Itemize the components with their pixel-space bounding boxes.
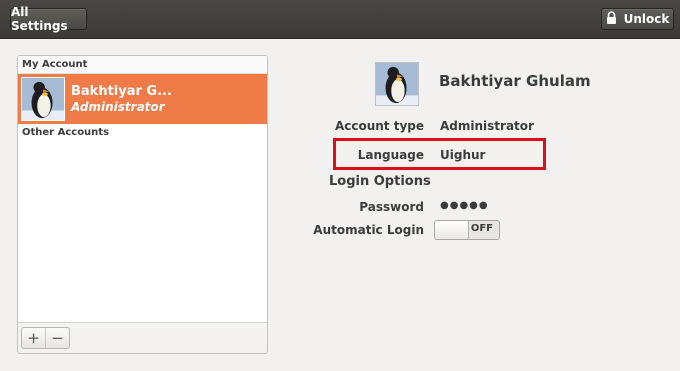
all-settings-label: All Settings — [11, 5, 68, 33]
account-role: Administrator — [71, 100, 165, 114]
password-value[interactable]: ●●●●● — [440, 200, 489, 211]
remove-account-button[interactable]: − — [45, 328, 69, 348]
user-avatar-button[interactable] — [375, 62, 419, 106]
other-accounts-header: Other Accounts — [18, 124, 267, 141]
minus-icon: − — [51, 328, 64, 347]
unlock-button[interactable]: Unlock — [601, 8, 674, 30]
accounts-panel: My Account Bakhtiyar G... Administrator … — [17, 55, 268, 354]
add-account-button[interactable]: + — [22, 328, 45, 348]
user-full-name[interactable]: Bakhtiyar Ghulam — [439, 72, 591, 90]
plus-icon: + — [27, 328, 40, 347]
account-name: Bakhtiyar G... — [71, 84, 172, 99]
account-row-selected[interactable]: Bakhtiyar G... Administrator — [18, 74, 267, 124]
toolbar: All Settings Unlock — [0, 0, 680, 39]
switch-knob — [435, 221, 469, 239]
login-options-title: Login Options — [329, 174, 431, 189]
automatic-login-switch[interactable]: OFF — [434, 220, 500, 240]
language-value[interactable]: Uighur — [440, 148, 485, 162]
all-settings-button[interactable]: All Settings — [10, 5, 87, 33]
automatic-login-label: Automatic Login — [313, 223, 424, 237]
account-type-label: Account type — [334, 119, 424, 133]
accounts-panel-footer: + − — [18, 322, 267, 353]
account-type-value[interactable]: Administrator — [440, 119, 534, 133]
penguin-avatar-large — [376, 63, 418, 105]
password-label: Password — [359, 200, 424, 214]
add-remove-group: + − — [21, 327, 70, 349]
padlock-icon — [606, 10, 617, 28]
my-account-header: My Account — [18, 56, 267, 74]
penguin-avatar — [21, 77, 65, 121]
language-label: Language — [357, 148, 424, 162]
unlock-label: Unlock — [623, 12, 670, 26]
switch-state: OFF — [470, 223, 493, 234]
